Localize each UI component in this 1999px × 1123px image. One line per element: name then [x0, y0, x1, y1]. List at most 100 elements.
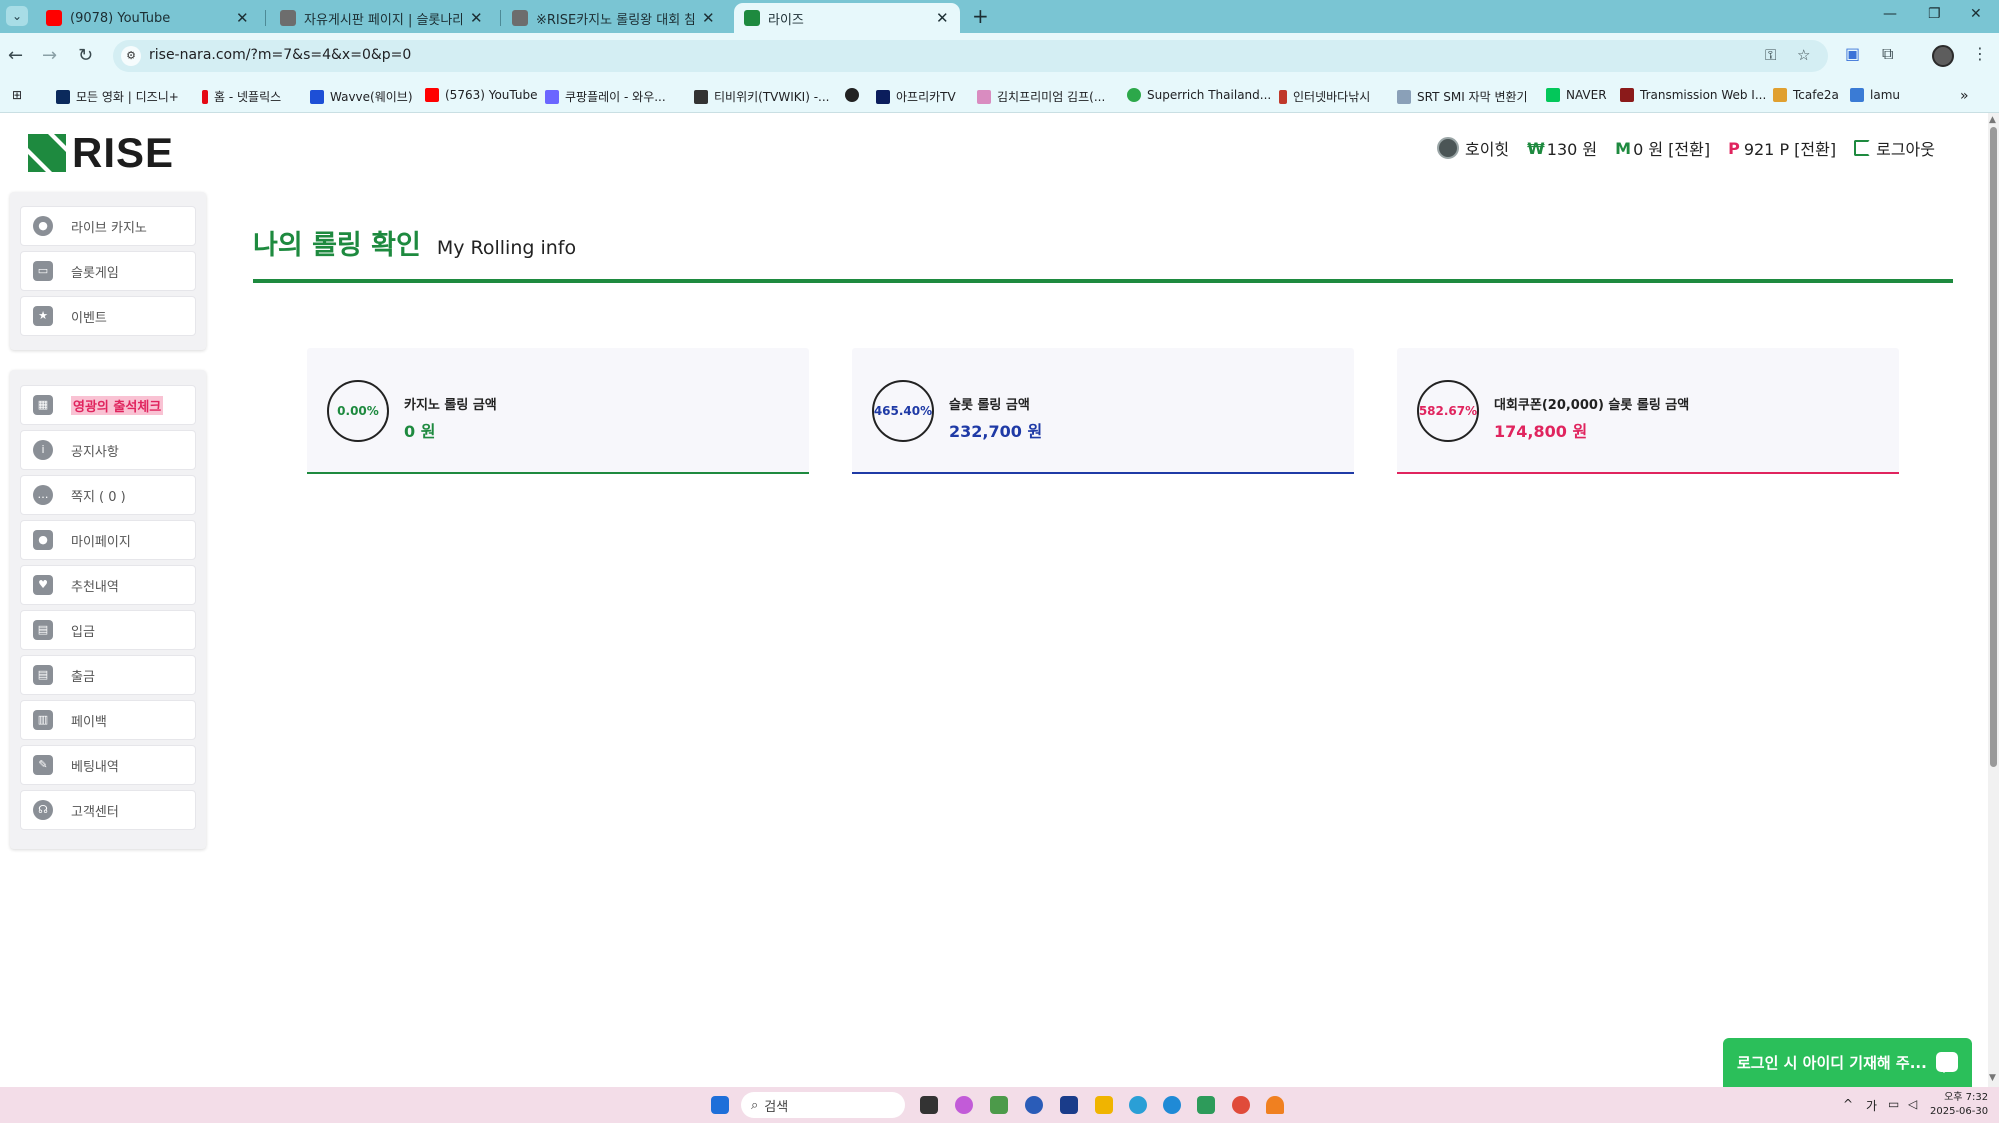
- bookmark-label: NAVER: [1566, 88, 1607, 102]
- ime-language[interactable]: 가: [1866, 1097, 1877, 1114]
- bookmark-fishing[interactable]: 인터넷바다낚시: [1279, 88, 1370, 105]
- sidebar-item-messages[interactable]: … 쪽지 ( 0 ): [20, 475, 196, 515]
- task-view-icon[interactable]: [920, 1096, 938, 1114]
- sidebar-item-mypage[interactable]: ● 마이페이지: [20, 520, 196, 560]
- bookmark-lamu[interactable]: lamu: [1850, 88, 1900, 102]
- sidebar-item-referral[interactable]: ♥ 추천내역: [20, 565, 196, 605]
- bookmark-netflix[interactable]: 홈 - 넷플릭스: [202, 88, 281, 105]
- network-icon[interactable]: ▭: [1888, 1097, 1899, 1111]
- point-balance[interactable]: P 921 P [전환]: [1728, 136, 1836, 160]
- sidebar-item-label: 이벤트: [71, 310, 107, 326]
- close-window-icon[interactable]: ✕: [1970, 6, 1982, 22]
- app-icon[interactable]: [1025, 1096, 1043, 1114]
- translate-icon[interactable]: ▣: [1845, 44, 1860, 63]
- bookmark-coupang-play[interactable]: 쿠팡플레이 - 와우...: [545, 88, 666, 105]
- bookmark-srt-smi[interactable]: SRT SMI 자막 변환기: [1397, 88, 1528, 105]
- sidebar-item-label: 입금: [71, 624, 95, 640]
- bookmark-star-icon[interactable]: ☆: [1797, 46, 1810, 64]
- bookmark-naver[interactable]: NAVER: [1546, 88, 1607, 102]
- tab-search-icon[interactable]: ⌄: [6, 6, 28, 26]
- money-convert-text: 0 원 [전환]: [1633, 140, 1711, 159]
- new-tab-button[interactable]: +: [972, 4, 989, 28]
- forward-icon[interactable]: →: [42, 45, 57, 66]
- money-balance[interactable]: M 0 원 [전환]: [1615, 136, 1710, 160]
- tab-rise[interactable]: 라이즈 ✕: [734, 3, 960, 33]
- user-name[interactable]: 호이힛: [1436, 136, 1509, 160]
- close-tab-icon[interactable]: ✕: [702, 9, 716, 27]
- close-tab-icon[interactable]: ✕: [470, 9, 484, 27]
- tab-youtube[interactable]: (9078) YouTube ✕: [36, 3, 260, 33]
- bookmark-superrich[interactable]: Superrich Thailand...: [1127, 88, 1271, 102]
- sidebar-item-betting-history[interactable]: ✎ 베팅내역: [20, 745, 196, 785]
- close-tab-icon[interactable]: ✕: [236, 9, 250, 27]
- live-chat-button[interactable]: 로그인 시 아이디 기재해 주...: [1723, 1038, 1972, 1087]
- store-icon[interactable]: [1060, 1096, 1078, 1114]
- won-symbol: ₩: [1527, 138, 1545, 158]
- file-explorer-icon[interactable]: [1095, 1096, 1113, 1114]
- coupang-play-icon: [545, 89, 559, 104]
- more-menu-icon[interactable]: ⋮: [1972, 44, 1988, 63]
- tab-rise-event[interactable]: ※RISE카지노 롤링왕 대회 참여 ✕: [502, 3, 726, 33]
- volume-icon[interactable]: ◁: [1908, 1097, 1917, 1111]
- deposit-icon: ▤: [33, 620, 53, 640]
- bookmark-transmission[interactable]: Transmission Web I...: [1620, 88, 1766, 102]
- taskbar-clock[interactable]: 오후 7:32 2025-06-30: [1930, 1091, 1988, 1119]
- notepad-icon[interactable]: [1197, 1096, 1215, 1114]
- sidebar-item-live-casino[interactable]: ● 라이브 카지노: [20, 206, 196, 246]
- scroll-down-icon[interactable]: ▼: [1989, 1073, 1996, 1083]
- password-key-icon[interactable]: ⚿: [1765, 46, 1776, 64]
- sidebar-item-slot-game[interactable]: ▭ 슬롯게임: [20, 251, 196, 291]
- sidebar-item-notice[interactable]: i 공지사항: [20, 430, 196, 470]
- restore-icon[interactable]: ❐: [1928, 6, 1941, 22]
- sidebar-item-deposit[interactable]: ▤ 입금: [20, 610, 196, 650]
- bookmark-youtube[interactable]: (5763) YouTube: [425, 88, 538, 102]
- rolling-percent-circle: 465.40%: [872, 380, 934, 442]
- apps-grid-icon[interactable]: ⊞: [12, 88, 22, 102]
- sidebar-item-label: 베팅내역: [71, 759, 119, 775]
- scroll-thumb[interactable]: [1990, 127, 1997, 767]
- tvwiki-icon: [694, 89, 708, 104]
- scroll-up-icon[interactable]: ▲: [1989, 115, 1996, 125]
- bookmark-label: Transmission Web I...: [1640, 88, 1767, 102]
- sidebar-item-event[interactable]: ★ 이벤트: [20, 296, 196, 336]
- sidebar-item-withdraw[interactable]: ▤ 출금: [20, 655, 196, 695]
- more-bookmarks-icon[interactable]: »: [1960, 88, 1969, 104]
- extensions-icon[interactable]: ⧉: [1882, 44, 1893, 64]
- taskbar-search[interactable]: ⌕ 검색: [741, 1092, 905, 1118]
- bookmark-globe[interactable]: [845, 88, 865, 102]
- app-icon[interactable]: [990, 1096, 1008, 1114]
- tab-free-board[interactable]: 자유게시판 페이지 | 슬롯나라 ✕: [270, 3, 494, 33]
- logout-label: 로그아웃: [1876, 140, 1935, 159]
- sidebar-item-customer-center[interactable]: ☊ 고객센터: [20, 790, 196, 830]
- clock-time: 오후 7:32: [1944, 1092, 1989, 1103]
- site-info-icon[interactable]: ⚙: [121, 46, 141, 66]
- page-scrollbar[interactable]: ▲ ▼: [1988, 113, 1999, 1087]
- fishing-icon: [1279, 89, 1287, 104]
- tab-title: (9078) YouTube: [70, 10, 171, 26]
- chrome-icon[interactable]: [1232, 1096, 1250, 1114]
- close-tab-icon[interactable]: ✕: [936, 9, 950, 27]
- bookmark-wavve[interactable]: Wavve(웨이브): [310, 88, 413, 105]
- page-icon: [280, 10, 296, 26]
- windows-start-icon[interactable]: [711, 1096, 729, 1114]
- site-logo[interactable]: RISE: [28, 129, 174, 177]
- minimize-icon[interactable]: —: [1883, 6, 1897, 22]
- profile-avatar[interactable]: [1932, 45, 1954, 67]
- cloud-app-icon[interactable]: [1266, 1096, 1284, 1114]
- telegram-icon[interactable]: [1129, 1096, 1147, 1114]
- copilot-icon[interactable]: [955, 1096, 973, 1114]
- sidebar-item-payback[interactable]: ▥ 페이백: [20, 700, 196, 740]
- edge-icon[interactable]: [1163, 1096, 1181, 1114]
- bookmark-tcafe[interactable]: Tcafe2a: [1773, 88, 1839, 102]
- address-bar[interactable]: ⚙ rise-nara.com/?m=7&s=4&x=0&p=0 ⚿ ☆: [113, 40, 1828, 72]
- bookmark-afreecatv[interactable]: 아프리카TV: [876, 88, 956, 105]
- back-icon[interactable]: ←: [8, 45, 23, 66]
- bookmark-disney[interactable]: 모든 영화 | 디즈니+: [56, 88, 179, 105]
- bookmark-tvwiki[interactable]: 티비위키(TVWIKI) -...: [694, 88, 829, 105]
- bookmark-label: 인터넷바다낚시: [1293, 90, 1371, 104]
- bookmark-kimchi-premium[interactable]: 김치프리미엄 김프(...: [977, 88, 1105, 105]
- tray-expand-icon[interactable]: ^: [1843, 1097, 1853, 1111]
- logout-button[interactable]: 로그아웃: [1854, 136, 1935, 160]
- sidebar-item-attendance[interactable]: ▦ 영광의 출석체크: [20, 385, 196, 425]
- reload-icon[interactable]: ↻: [78, 45, 93, 66]
